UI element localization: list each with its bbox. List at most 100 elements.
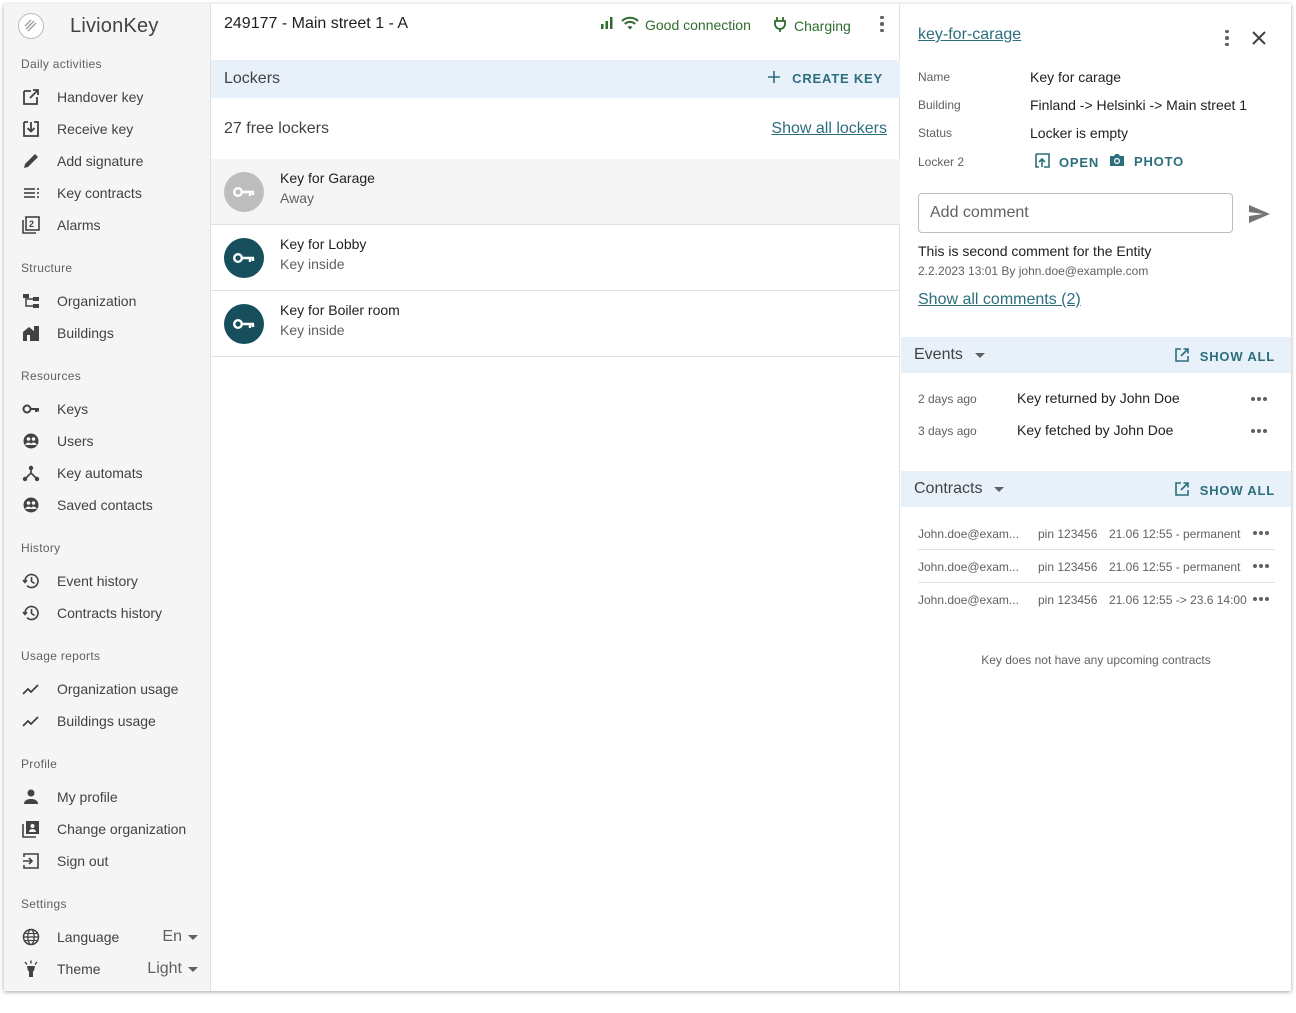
show-all-label: SHOW ALL [1199, 349, 1275, 364]
more-horiz-icon[interactable] [1252, 597, 1270, 601]
contract-row[interactable]: John.doe@exam... pin 123456 21.06 12:55 … [918, 583, 1275, 616]
nav-receive-key[interactable]: Receive key [4, 114, 210, 144]
contract-row[interactable]: John.doe@exam... pin 123456 21.06 12:55 … [918, 550, 1275, 583]
nav-handover-key[interactable]: Handover key [4, 82, 210, 112]
prop-value-building: Finland -> Helsinki -> Main street 1 [1030, 97, 1248, 113]
more-horiz-icon[interactable] [1252, 531, 1270, 535]
nav-label: Event history [57, 573, 138, 589]
language-select[interactable]: Language En [4, 922, 210, 952]
section-title-daily-activities: Daily activities [21, 57, 102, 71]
wifi-icon [621, 16, 639, 33]
camera-icon [1109, 153, 1125, 170]
show-all-lockers-link[interactable]: Show all lockers [771, 120, 887, 138]
theme-select[interactable]: Theme Light [4, 954, 210, 984]
open-locker-button[interactable]: OPEN [1035, 153, 1099, 171]
plug-icon [773, 16, 787, 35]
open-in-new-icon [1174, 482, 1189, 499]
more-horiz-icon[interactable] [1252, 564, 1270, 568]
nav-label: Contracts history [57, 605, 163, 621]
nav-organization[interactable]: Organization [4, 286, 210, 316]
events-toggle[interactable]: Events [914, 346, 985, 364]
contract-row[interactable]: John.doe@exam... pin 123456 21.06 12:55 … [918, 517, 1275, 550]
nav-key-automats[interactable]: Key automats [4, 458, 210, 488]
key-list-item[interactable]: Key for Lobby Key inside [211, 225, 900, 291]
sidebar: LivionKey Daily activities Handover key … [4, 4, 211, 991]
signal-icon [600, 16, 614, 33]
open-in-new-icon [1174, 348, 1189, 365]
app-window: LivionKey Daily activities Handover key … [4, 4, 1291, 991]
contract-email: John.doe@exam... [918, 593, 1019, 607]
nav-label: Receive key [57, 121, 134, 137]
contract-email: John.doe@exam... [918, 527, 1019, 541]
key-detail-panel: key-for-carage Name Key for carage Build… [901, 4, 1291, 991]
globe-icon [22, 928, 40, 946]
contract-pin: pin 123456 [1038, 527, 1098, 541]
more-vert-icon[interactable] [1215, 26, 1239, 50]
event-row: 2 days ago Key returned by John Doe [901, 385, 1291, 413]
section-title-usage-reports: Usage reports [21, 649, 101, 663]
nav-add-signature[interactable]: Add signature [4, 146, 210, 176]
lamp-icon [22, 960, 40, 978]
key-icon [224, 172, 264, 212]
create-key-button[interactable]: CREATE KEY [768, 71, 883, 86]
key-list-item[interactable]: Key for Garage Away [211, 159, 900, 225]
handover-icon [22, 88, 40, 106]
detail-title[interactable]: key-for-carage [918, 26, 1021, 44]
nav-event-history[interactable]: Event history [4, 566, 210, 596]
power-status: Charging [773, 16, 851, 35]
key-status: Away [280, 190, 314, 206]
nav-label: Theme [57, 961, 101, 977]
nav-buildings-usage[interactable]: Buildings usage [4, 706, 210, 736]
nav-sign-out[interactable]: Sign out [4, 846, 210, 876]
users-icon [22, 432, 40, 450]
brand[interactable]: LivionKey [18, 12, 159, 40]
more-horiz-icon[interactable] [1250, 429, 1268, 433]
chevron-down-icon [974, 352, 985, 358]
nav-contracts-history[interactable]: Contracts history [4, 598, 210, 628]
connection-status: Good connection [600, 16, 751, 33]
contract-time: 21.06 12:55 - permanent [1109, 527, 1241, 541]
contracts-bar: Contracts SHOW ALL [901, 471, 1291, 507]
contracts-toggle[interactable]: Contracts [914, 480, 1005, 498]
contract-pin: pin 123456 [1038, 560, 1098, 574]
contract-pin: pin 123456 [1038, 593, 1098, 607]
more-vert-icon[interactable] [870, 12, 894, 36]
show-all-label: SHOW ALL [1199, 483, 1275, 498]
connection-label: Good connection [645, 16, 751, 33]
chevron-down-icon [188, 934, 198, 940]
nav-buildings[interactable]: Buildings [4, 318, 210, 348]
nav-users[interactable]: Users [4, 426, 210, 456]
nav-label: Handover key [57, 89, 144, 105]
nav-label: Organization usage [57, 681, 179, 697]
show-all-comments-link[interactable]: Show all comments (2) [918, 291, 1081, 309]
nav-alarms[interactable]: 2 Alarms [4, 210, 210, 240]
more-horiz-icon[interactable] [1250, 397, 1268, 401]
key-icon [22, 400, 40, 418]
send-icon[interactable] [1247, 204, 1271, 224]
receive-icon [22, 120, 40, 138]
key-name: Key for Boiler room [280, 302, 400, 318]
comment-input[interactable] [918, 193, 1233, 233]
nav-organization-usage[interactable]: Organization usage [4, 674, 210, 704]
nav-label: Add signature [57, 153, 144, 169]
key-status: Key inside [280, 256, 345, 272]
events-bar: Events SHOW ALL [901, 337, 1291, 373]
contract-email: John.doe@exam... [918, 560, 1019, 574]
nav-keys[interactable]: Keys [4, 394, 210, 424]
photo-button[interactable]: PHOTO [1109, 153, 1184, 170]
nav-key-contracts[interactable]: Key contracts [4, 178, 210, 208]
close-icon[interactable] [1247, 26, 1271, 50]
app-name: LivionKey [70, 14, 159, 37]
nav-change-organization[interactable]: Change organization [4, 814, 210, 844]
key-list-item[interactable]: Key for Boiler room Key inside [211, 291, 900, 357]
events-show-all-button[interactable]: SHOW ALL [1174, 348, 1275, 365]
pencil-icon [22, 152, 40, 170]
nav-saved-contacts[interactable]: Saved contacts [4, 490, 210, 520]
nav-my-profile[interactable]: My profile [4, 782, 210, 812]
section-title-settings: Settings [21, 897, 67, 911]
lockers-bar: Lockers CREATE KEY [211, 60, 900, 98]
contracts-show-all-button[interactable]: SHOW ALL [1174, 482, 1275, 499]
section-title-profile: Profile [21, 757, 58, 771]
locker-panel: 249177 - Main street 1 - A Good connecti… [211, 4, 900, 991]
nav-label: Buildings usage [57, 713, 156, 729]
